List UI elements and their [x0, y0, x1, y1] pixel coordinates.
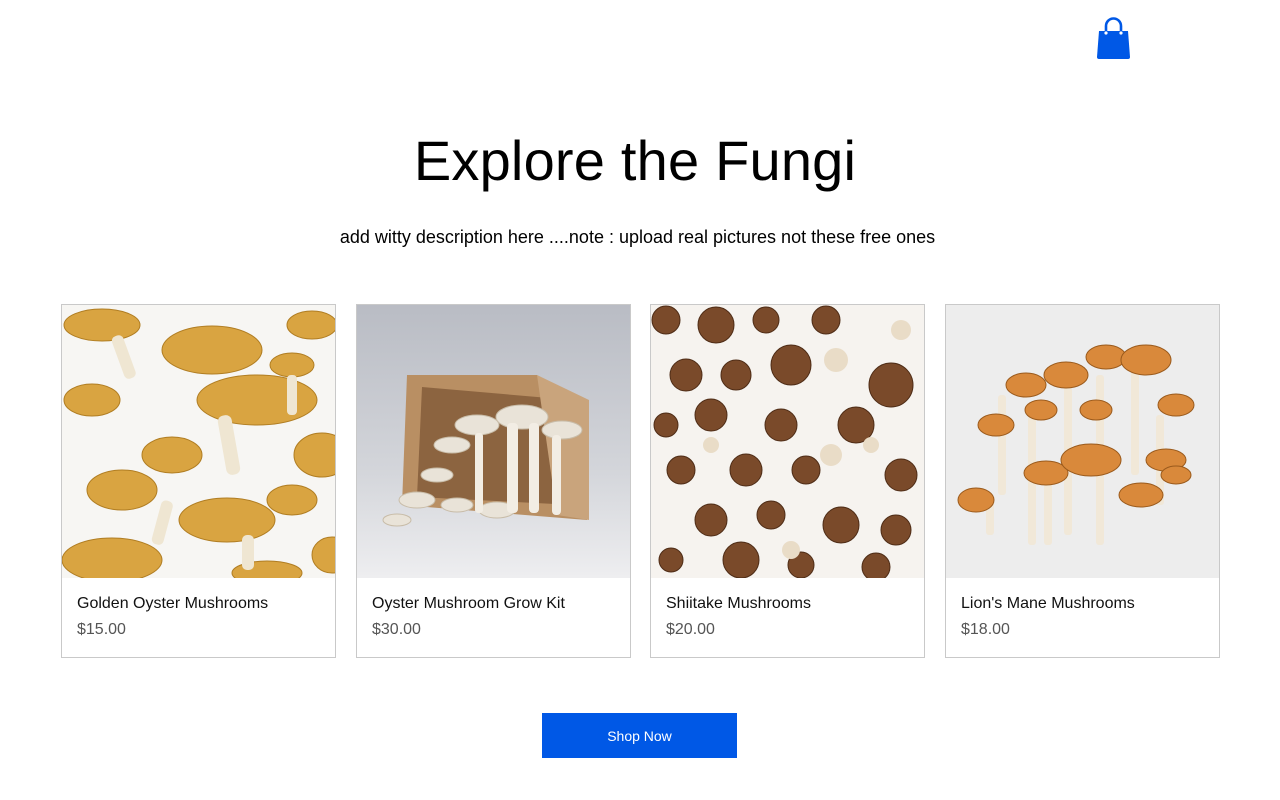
product-image[interactable] — [357, 305, 630, 578]
product-name[interactable]: Golden Oyster Mushrooms — [77, 595, 268, 613]
product-price: $30.00 — [372, 621, 421, 638]
page-description: add witty description here ....note : up… — [339, 227, 936, 247]
product-name[interactable]: Lion's Mane Mushrooms — [961, 595, 1135, 613]
product-grid: Golden Oyster Mushrooms $15.00 Oyster Mu… — [61, 304, 1220, 658]
cart-button[interactable] — [1095, 16, 1132, 61]
product-image[interactable] — [651, 305, 924, 578]
product-card[interactable]: Golden Oyster Mushrooms $15.00 — [61, 304, 336, 658]
product-image[interactable] — [62, 305, 335, 578]
product-price: $20.00 — [666, 621, 715, 638]
product-card[interactable]: Lion's Mane Mushrooms $18.00 — [945, 304, 1220, 658]
product-price: $18.00 — [961, 621, 1010, 638]
shop-now-button[interactable]: Shop Now — [542, 713, 737, 758]
product-name[interactable]: Oyster Mushroom Grow Kit — [372, 595, 565, 613]
page-title: Explore the Fungi — [413, 129, 857, 192]
product-card[interactable]: Oyster Mushroom Grow Kit $30.00 — [356, 304, 631, 658]
product-card[interactable]: Shiitake Mushrooms $20.00 — [650, 304, 925, 658]
shopping-bag-icon — [1097, 17, 1130, 59]
product-name[interactable]: Shiitake Mushrooms — [666, 595, 811, 613]
product-image[interactable] — [946, 305, 1219, 578]
product-price: $15.00 — [77, 621, 126, 638]
